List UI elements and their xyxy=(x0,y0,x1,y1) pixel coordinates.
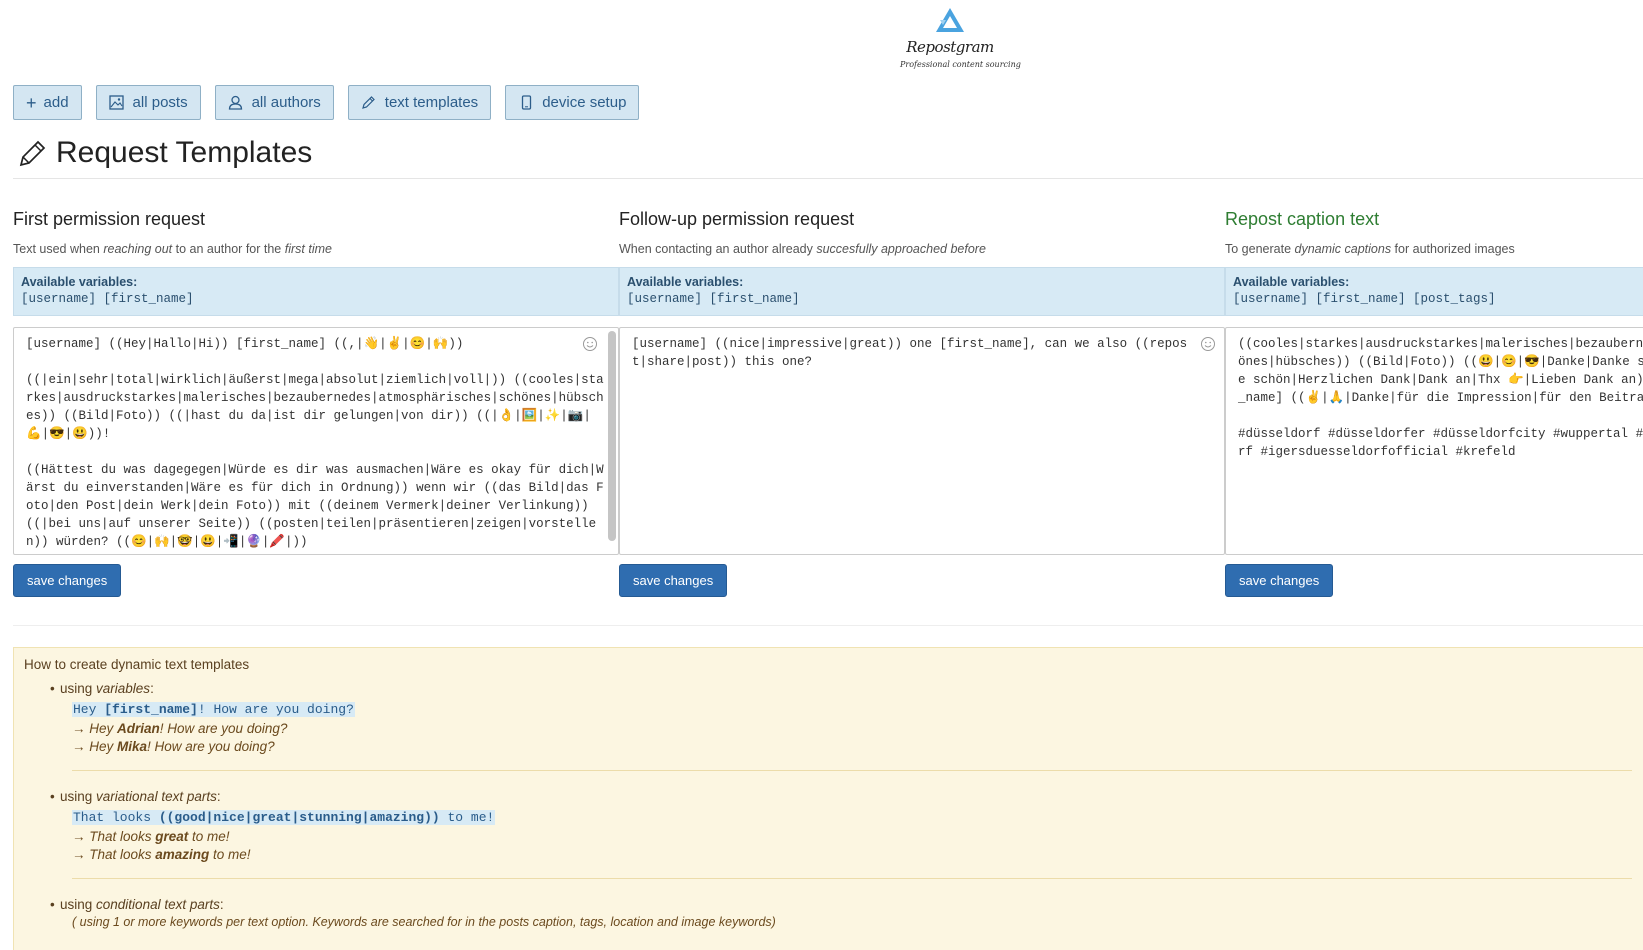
image-icon xyxy=(109,95,125,111)
repost-caption-textarea[interactable]: ((cooles|starkes|ausdruckstarkes|maleris… xyxy=(1225,327,1643,555)
help-separator xyxy=(72,878,1632,879)
nav-device-setup-label: device setup xyxy=(542,94,627,111)
column-description: When contacting an author already succes… xyxy=(619,242,986,256)
help-example-code: Hey [first_name]! How are you doing? xyxy=(72,702,355,717)
help-separator xyxy=(72,770,1632,771)
divider xyxy=(13,625,1643,626)
save-button[interactable]: save changes xyxy=(1225,564,1334,597)
help-item-variables: using variables: Hey [first_name]! How a… xyxy=(60,681,1642,771)
repost-caption-column: Repost caption text To generate dynamic … xyxy=(1225,209,1643,597)
column-title: First permission request xyxy=(13,209,206,229)
plus-icon: + xyxy=(26,92,37,113)
emoji-picker-icon[interactable] xyxy=(582,336,598,352)
help-item-heading: using variables: xyxy=(60,681,1642,696)
variables-list: [username] [first_name] xyxy=(21,292,194,306)
first-request-column: First permission request Text used when … xyxy=(13,209,619,597)
nav-device-setup-button[interactable]: device setup xyxy=(505,85,640,120)
page-title: Request Templates xyxy=(18,136,312,170)
help-example-result: → That looks amazing to me! xyxy=(72,847,251,862)
followup-request-column: Follow-up permission request When contac… xyxy=(619,209,1225,597)
help-item-heading: using variational text parts: xyxy=(60,789,1642,804)
first-request-textarea[interactable]: [username] ((Hey|Hallo|Hi)) [first_name]… xyxy=(13,327,619,555)
column-title: Repost caption text xyxy=(1225,209,1380,229)
help-note: ( using 1 or more keywords per text opti… xyxy=(72,915,776,929)
phone-icon xyxy=(518,95,534,111)
nav-text-templates-label: text templates xyxy=(384,94,479,111)
nav-all-authors-label: all authors xyxy=(251,94,321,111)
help-example-code: That looks ((good|nice|great|stunning|am… xyxy=(72,810,496,825)
page-title-text: Request Templates xyxy=(56,136,313,169)
help-panel: How to create dynamic text templates usi… xyxy=(13,647,1643,950)
pencil-icon xyxy=(361,95,377,111)
textarea-scrollbar[interactable] xyxy=(608,331,616,541)
save-button[interactable]: save changes xyxy=(13,564,122,597)
help-item-heading: using conditional text parts: xyxy=(60,897,1642,912)
column-title: Follow-up permission request xyxy=(619,209,855,229)
help-item-conditional: using conditional text parts: ( using 1 … xyxy=(60,897,1642,929)
column-description: To generate dynamic captions for authori… xyxy=(1225,242,1515,256)
help-item-variations: using variational text parts: That looks… xyxy=(60,789,1642,879)
pencil-icon xyxy=(19,140,46,167)
column-description: Text used when reaching out to an author… xyxy=(13,242,332,256)
variables-list: [username] [first_name] [post_tags] xyxy=(1233,292,1496,306)
variables-list: [username] [first_name] xyxy=(627,292,800,306)
variables-label: Available variables: xyxy=(21,275,138,289)
divider xyxy=(13,178,1643,179)
brand-logo[interactable]: Repostgram Professional content sourcing xyxy=(900,4,1021,80)
main-nav: + add all posts all authors text templat… xyxy=(13,85,640,120)
nav-add-button[interactable]: + add xyxy=(13,85,82,120)
variables-label: Available variables: xyxy=(1233,275,1350,289)
brand-tagline: Professional content sourcing xyxy=(900,60,1021,69)
help-example-result: → Hey Mika! How are you doing? xyxy=(72,739,275,754)
help-example-result: → Hey Adrian! How are you doing? xyxy=(72,721,288,736)
save-button[interactable]: save changes xyxy=(619,564,728,597)
help-example-result: → That looks great to me! xyxy=(72,829,230,844)
emoji-picker-icon[interactable] xyxy=(1200,336,1216,352)
nav-all-posts-button[interactable]: all posts xyxy=(95,85,201,120)
help-title: How to create dynamic text templates xyxy=(24,657,250,672)
logo-icon xyxy=(936,8,964,32)
nav-text-templates-button[interactable]: text templates xyxy=(347,85,492,120)
brand-name: Repostgram xyxy=(906,38,994,56)
available-variables-box: Available variables: [username] [first_n… xyxy=(619,267,1225,316)
available-variables-box: Available variables: [username] [first_n… xyxy=(13,267,619,316)
nav-all-authors-button[interactable]: all authors xyxy=(214,85,334,120)
variables-label: Available variables: xyxy=(627,275,744,289)
user-icon xyxy=(228,95,244,111)
available-variables-box: Available variables: [username] [first_n… xyxy=(1225,267,1643,316)
nav-add-label: add xyxy=(43,94,69,111)
followup-request-textarea[interactable]: [username] ((nice|impressive|great)) one… xyxy=(619,327,1225,555)
nav-all-posts-label: all posts xyxy=(132,94,188,111)
